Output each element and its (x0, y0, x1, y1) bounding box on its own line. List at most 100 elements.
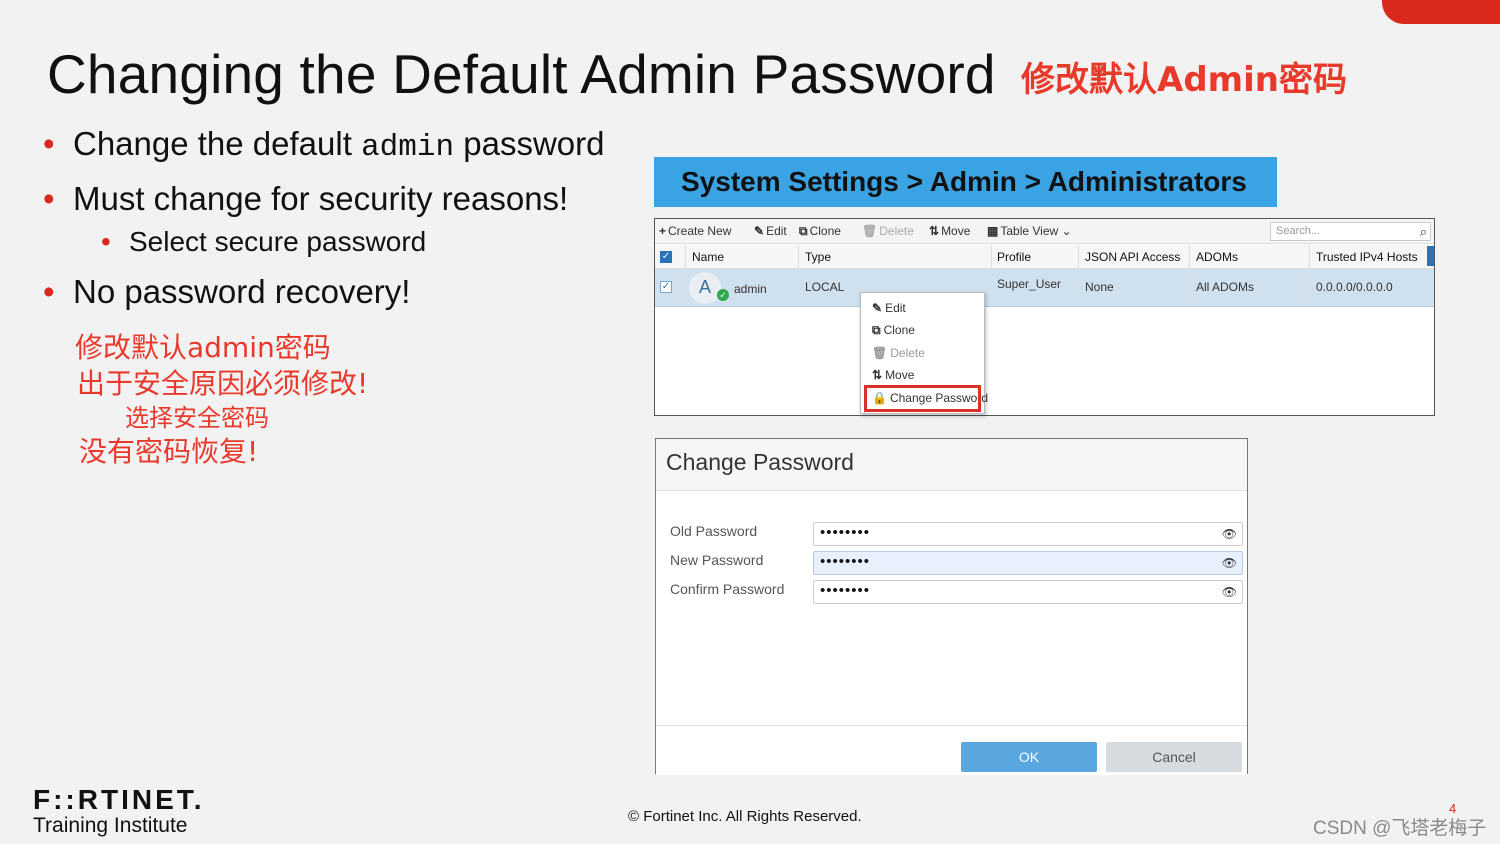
context-menu-move[interactable]: ⇅ Move (872, 368, 914, 382)
cell-name: admin (734, 282, 767, 296)
slide-title-chinese: 修改默认Admin密码 (1021, 60, 1347, 100)
chinese-note: 修改默认admin密码 (75, 331, 331, 364)
ok-button[interactable]: OK (961, 742, 1097, 772)
sub-bullet-secure-password: • Select secure password (101, 226, 427, 258)
chevron-down-icon: ⌄ (1061, 224, 1072, 238)
old-password-field[interactable]: •••••••• 👁 (813, 522, 1243, 546)
context-menu-label: Delete (890, 346, 925, 360)
column-settings-handle[interactable] (1427, 246, 1434, 266)
fortinet-logo: F::RTINET. (33, 784, 205, 815)
plus-icon: + (659, 224, 667, 238)
table-row[interactable]: ✓ A ✓ admin LOCAL Super_User None All AD… (655, 269, 1434, 307)
column-header-json-api[interactable]: JSON API Access (1085, 250, 1180, 264)
context-menu-label: Edit (885, 301, 906, 315)
copyright-text: © Fortinet Inc. All Rights Reserved. (628, 808, 862, 825)
bullet-text: Must change for security reasons! (73, 180, 569, 217)
column-header-type[interactable]: Type (805, 250, 831, 264)
cancel-button[interactable]: Cancel (1106, 742, 1242, 772)
clone-label: Clone (809, 224, 841, 238)
new-password-value: •••••••• (820, 553, 871, 570)
dialog-header: Change Password (656, 439, 1247, 491)
edit-icon: ✎ (754, 224, 765, 238)
cell-json-api: None (1085, 280, 1114, 294)
context-menu-edit[interactable]: ✎ Edit (872, 301, 906, 315)
edit-icon: ✎ (872, 301, 883, 315)
bullet-text: password (454, 125, 605, 162)
old-password-label: Old Password (670, 523, 758, 539)
table-icon: ▦ (987, 224, 999, 238)
new-password-field[interactable]: •••••••• 👁 (813, 551, 1243, 575)
move-icon: ⇅ (929, 224, 940, 238)
context-menu-clone[interactable]: ⧉ Clone (872, 323, 915, 338)
context-menu-delete[interactable]: 🗑 Delete (872, 346, 925, 360)
chinese-note: 出于安全原因必须修改! (77, 367, 369, 400)
bullet-dot: • (43, 125, 55, 162)
cell-trusted-hosts: 0.0.0.0/0.0.0.0 (1316, 280, 1393, 294)
eye-icon[interactable]: 👁 (1222, 585, 1237, 599)
bullet-no-recovery: • No password recovery! (43, 273, 411, 311)
confirm-password-label: Confirm Password (670, 581, 785, 597)
edit-button[interactable]: ✎ Edit (754, 224, 787, 238)
bullet-text: No password recovery! (73, 273, 411, 310)
cell-type: LOCAL (805, 280, 845, 294)
trash-icon: 🗑 (872, 346, 888, 360)
search-icon[interactable]: ⌕ (1420, 224, 1427, 240)
slide-title: Changing the Default Admin Password (47, 43, 996, 105)
bullet-text: Change the default (73, 125, 362, 162)
bullet-dot: • (43, 180, 55, 217)
search-placeholder: Search... (1276, 225, 1321, 237)
context-menu-label: Move (885, 368, 915, 382)
row-checkbox[interactable]: ✓ (660, 281, 672, 293)
clone-button[interactable]: ⧉ Clone (799, 224, 841, 239)
corner-decoration (1382, 0, 1500, 24)
old-password-value: •••••••• (820, 524, 871, 541)
bullet-code: admin (361, 130, 455, 165)
cell-profile: Super_User (997, 277, 1062, 291)
column-header-profile[interactable]: Profile (997, 250, 1031, 264)
toolbar: + Create New ✎ Edit ⧉ Clone 🗑 Delete ⇅ Move ▦… (655, 219, 1434, 244)
move-button[interactable]: ⇅ Move (929, 224, 970, 238)
menu-path-banner: System Settings > Admin > Administrators (654, 157, 1277, 207)
edit-label: Edit (766, 224, 787, 238)
cell-adoms: All ADOMs (1196, 280, 1255, 294)
column-header-name[interactable]: Name (692, 250, 724, 264)
column-divider (1309, 245, 1310, 306)
new-password-label: New Password (670, 552, 764, 568)
bullet-must-change: • Must change for security reasons! (43, 180, 569, 218)
column-header-trusted-hosts[interactable]: Trusted IPv4 Hosts (1316, 250, 1418, 264)
clone-icon: ⧉ (799, 224, 808, 238)
change-password-dialog: Change Password Old Password •••••••• 👁 … (655, 438, 1248, 775)
column-divider (1078, 245, 1079, 306)
search-input[interactable]: Search... ⌕ (1270, 222, 1431, 241)
context-menu: ✎ Edit ⧉ Clone 🗑 Delete ⇅ Move 🔒 Change Passw… (860, 292, 988, 414)
trash-icon: 🗑 (862, 224, 878, 238)
status-ok-icon: ✓ (717, 289, 729, 301)
create-new-button[interactable]: + Create New (659, 224, 731, 238)
eye-icon[interactable]: 👁 (1222, 527, 1237, 541)
dialog-title: Change Password (666, 449, 854, 475)
clone-icon: ⧉ (872, 323, 881, 337)
delete-button[interactable]: 🗑 Delete (862, 224, 914, 238)
table-view-dropdown[interactable]: ▦ Table View ⌄ (987, 224, 1072, 238)
logo-subtitle: Training Institute (33, 814, 188, 837)
move-icon: ⇅ (872, 368, 883, 382)
table-header: ✓ Name Type Profile JSON API Access ADOM… (655, 245, 1434, 269)
dialog-footer: OK Cancel (656, 725, 1247, 775)
column-divider (1189, 245, 1190, 306)
bullet-change-default: • Change the default admin password (43, 125, 605, 165)
move-label: Move (941, 224, 971, 238)
chinese-note: 没有密码恢复! (79, 435, 259, 468)
column-header-adoms[interactable]: ADOMs (1196, 250, 1238, 264)
select-all-checkbox[interactable]: ✓ (660, 251, 672, 263)
table-view-label: Table View (1000, 224, 1059, 238)
confirm-password-field[interactable]: •••••••• 👁 (813, 580, 1243, 604)
bullet-dot: • (43, 273, 55, 310)
column-divider (685, 245, 686, 306)
confirm-password-value: •••••••• (820, 582, 871, 599)
bullet-text: Select secure password (129, 226, 427, 257)
highlight-box (864, 385, 981, 412)
column-divider (798, 245, 799, 306)
avatar: A (689, 272, 721, 304)
eye-icon[interactable]: 👁 (1222, 556, 1237, 570)
bullet-dot: • (101, 226, 111, 257)
